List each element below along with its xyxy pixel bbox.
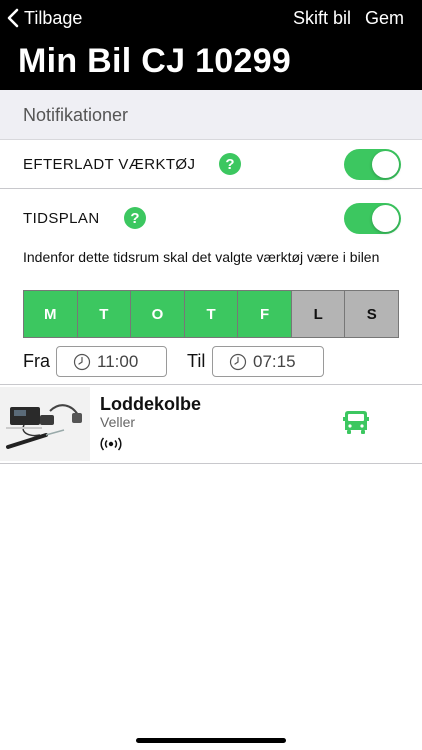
to-time-field[interactable]: 07:15 — [212, 346, 324, 377]
header-actions: Skift bil Gem — [293, 6, 404, 30]
schedule-description: Indenfor dette tidsrum skal det valgte v… — [23, 249, 380, 265]
tool-name: Loddekolbe — [100, 394, 202, 414]
clock-icon — [73, 353, 91, 370]
back-button-label: Tilbage — [24, 7, 83, 28]
help-icon[interactable]: ? — [124, 207, 146, 229]
divider — [0, 463, 422, 464]
van-icon — [343, 411, 369, 434]
toggle-knob — [372, 151, 399, 178]
signal-broadcast-icon — [100, 437, 122, 451]
chevron-left-icon — [7, 8, 19, 28]
from-time-value: 11:00 — [97, 351, 139, 371]
to-time-value: 07:15 — [253, 351, 296, 371]
from-time-field[interactable]: 11:00 — [56, 346, 167, 377]
schedule-label: TIDSPLAN — [23, 210, 100, 227]
soldering-station-image — [0, 387, 90, 461]
to-label: Til — [187, 351, 206, 371]
day-wednesday[interactable]: O — [131, 291, 185, 337]
left-tool-row: EFTERLADT VÆRKTØJ ? — [0, 141, 422, 188]
help-icon[interactable]: ? — [219, 153, 241, 175]
day-selector: M T O T F L S — [23, 290, 399, 338]
from-label: Fra — [23, 351, 50, 371]
left-tool-toggle[interactable] — [344, 149, 401, 180]
tool-brand: Veller — [100, 414, 136, 430]
section-title: Notifikationer — [23, 105, 129, 125]
clock-icon — [229, 353, 247, 370]
save-button[interactable]: Gem — [365, 8, 404, 29]
day-friday[interactable]: F — [238, 291, 292, 337]
app-header: Tilbage Skift bil Gem Min Bil CJ 10299 — [0, 0, 422, 90]
page-title: Min Bil CJ 10299 — [18, 42, 292, 80]
day-thursday[interactable]: T — [184, 291, 239, 337]
day-tuesday[interactable]: T — [77, 291, 132, 337]
day-sunday[interactable]: S — [345, 291, 399, 337]
back-button[interactable]: Tilbage — [6, 6, 82, 30]
left-tool-label: EFTERLADT VÆRKTØJ — [23, 156, 196, 173]
day-monday[interactable]: M — [24, 291, 78, 337]
schedule-row: TIDSPLAN ? — [0, 189, 422, 245]
section-header: Notifikationer — [0, 90, 422, 140]
home-indicator — [136, 738, 286, 743]
day-saturday[interactable]: L — [291, 291, 346, 337]
switch-car-button[interactable]: Skift bil — [293, 8, 351, 29]
schedule-toggle[interactable] — [344, 203, 401, 234]
toggle-knob — [372, 205, 399, 232]
tool-list-item[interactable]: Loddekolbe Veller — [0, 385, 422, 463]
